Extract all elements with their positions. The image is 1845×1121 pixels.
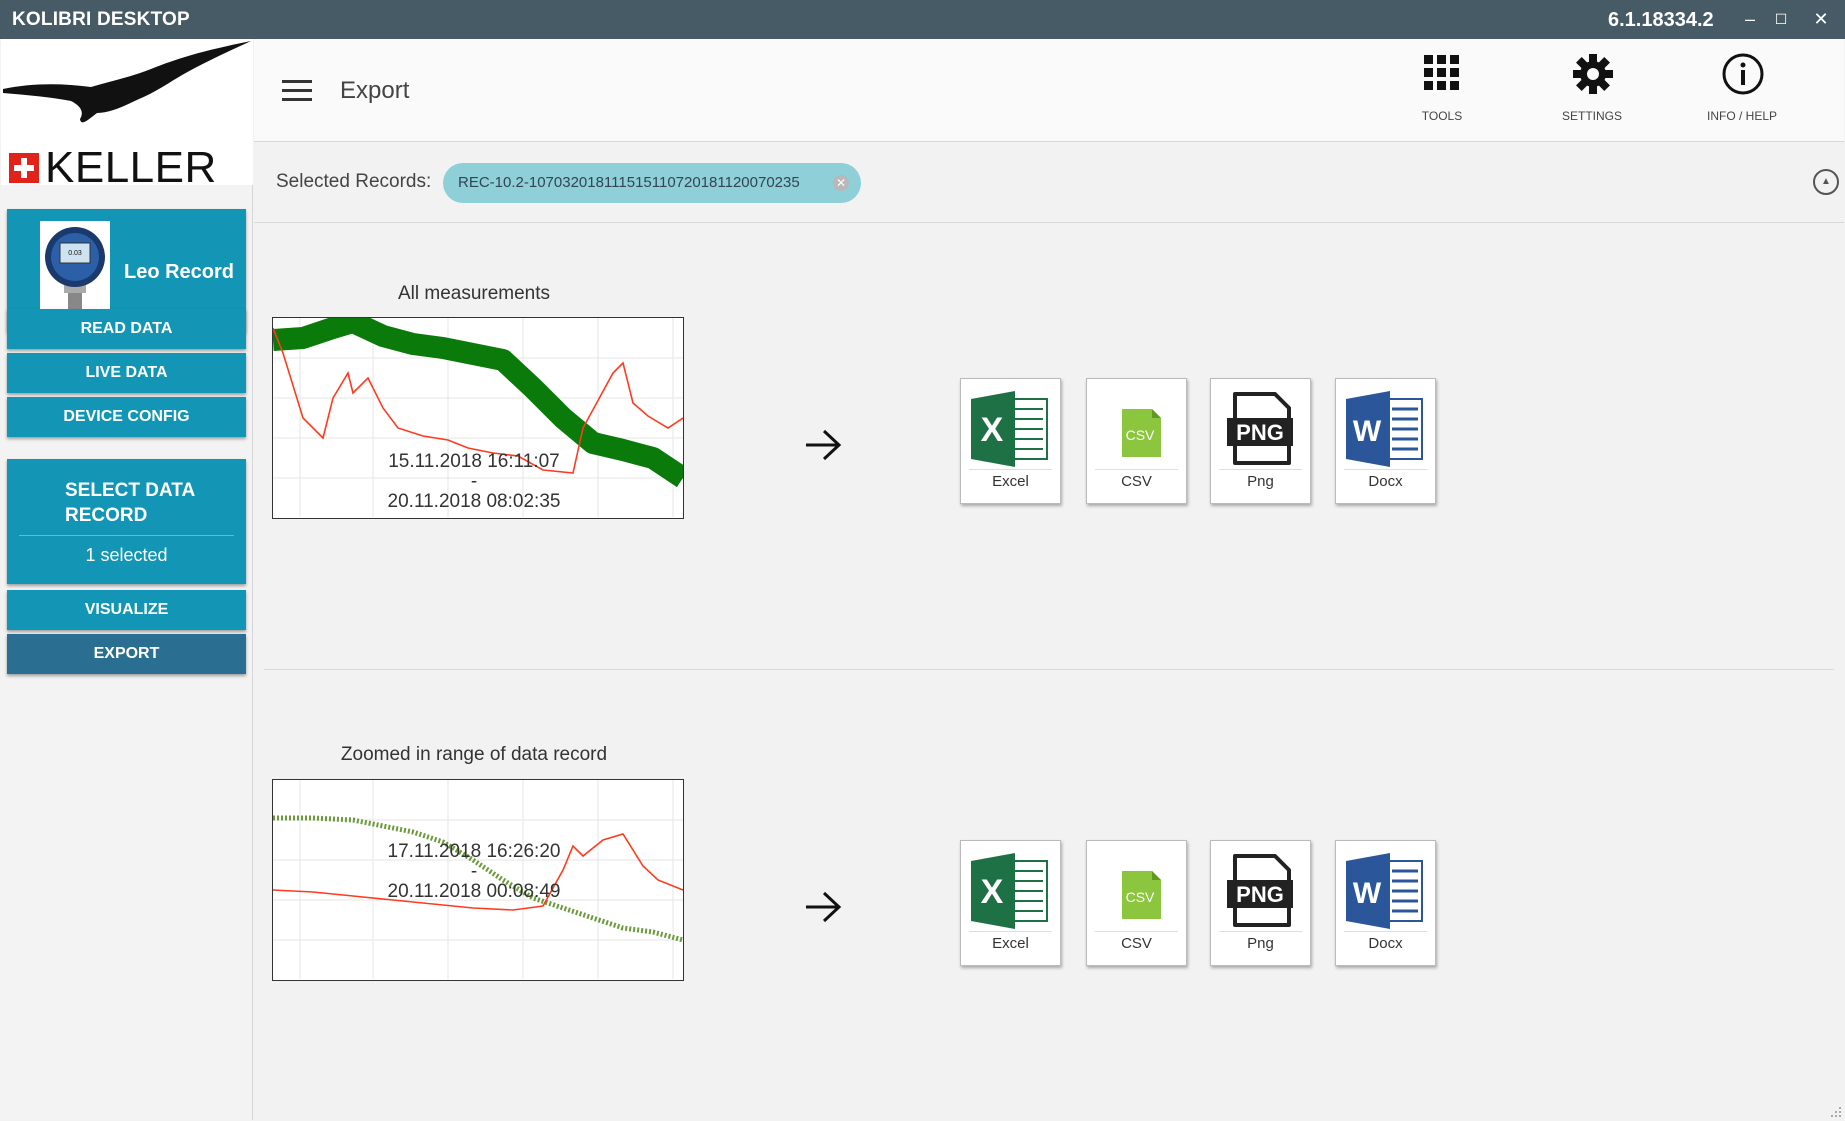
selected-count: 1 selected bbox=[85, 545, 168, 565]
collapse-icon[interactable]: ▲ bbox=[1813, 169, 1839, 195]
swiss-cross-icon bbox=[9, 153, 39, 183]
word-icon: W bbox=[1346, 853, 1423, 929]
svg-text:X: X bbox=[981, 411, 1004, 449]
svg-text:CSV: CSV bbox=[1126, 427, 1155, 443]
export-docx-label: Docx bbox=[1368, 473, 1403, 490]
export-docx-button[interactable]: W Docx bbox=[1335, 378, 1436, 504]
divider bbox=[1095, 931, 1178, 932]
grid-icon bbox=[1424, 55, 1459, 90]
export-excel-label: Excel bbox=[992, 935, 1029, 952]
page-title: Export bbox=[340, 77, 410, 104]
export-excel-button[interactable]: X Excel bbox=[960, 840, 1061, 966]
export-csv-button[interactable]: CSV CSV bbox=[1086, 840, 1187, 966]
visualize-button[interactable]: VISUALIZE bbox=[7, 590, 246, 630]
tools-button[interactable]: TOOLS bbox=[1387, 51, 1497, 131]
resize-grip-icon[interactable] bbox=[1830, 1106, 1842, 1118]
svg-text:CSV: CSV bbox=[1126, 889, 1155, 905]
date-range-end: 20.11.2018 00:08:49 bbox=[387, 881, 561, 902]
settings-label: SETTINGS bbox=[1561, 109, 1622, 123]
excel-icon: X bbox=[971, 853, 1048, 929]
gear-icon bbox=[1573, 54, 1613, 94]
svg-text:X: X bbox=[981, 873, 1004, 911]
divider bbox=[969, 931, 1052, 932]
svg-text:W: W bbox=[1353, 415, 1382, 448]
minimize-button[interactable]: – bbox=[1737, 6, 1763, 32]
export-docx-label: Docx bbox=[1368, 935, 1403, 952]
remove-record-icon[interactable]: ✕ bbox=[833, 175, 849, 191]
device-image: 0.03 bbox=[40, 221, 110, 320]
logo-area: KELLER bbox=[1, 39, 253, 192]
export-png-button[interactable]: PNG Png bbox=[1210, 840, 1311, 966]
export-section-all: All measurements 15.11.2018 16:11:07 - 2… bbox=[264, 225, 1834, 670]
tools-label: TOOLS bbox=[1421, 109, 1463, 123]
divider bbox=[969, 469, 1052, 470]
select-data-record-card[interactable]: SELECT DATA RECORD 1 selected bbox=[7, 459, 246, 584]
info-help-label: INFO / HELP bbox=[1706, 109, 1777, 123]
app-title: KOLIBRI DESKTOP bbox=[12, 9, 190, 30]
device-name: Leo Record bbox=[124, 261, 235, 283]
title-bar: KOLIBRI DESKTOP 6.1.18334.2 – ☐ ✕ bbox=[0, 0, 1845, 39]
word-icon: W bbox=[1346, 391, 1423, 467]
export-png-label: Png bbox=[1247, 935, 1274, 952]
svg-text:W: W bbox=[1353, 877, 1382, 910]
device-config-button[interactable]: DEVICE CONFIG bbox=[7, 397, 246, 437]
divider bbox=[1219, 931, 1302, 932]
divider bbox=[1219, 469, 1302, 470]
divider bbox=[1344, 931, 1427, 932]
arrow-right-icon bbox=[806, 891, 842, 923]
export-docx-button[interactable]: W Docx bbox=[1335, 840, 1436, 966]
csv-icon: CSV bbox=[1122, 409, 1161, 457]
header: Export TOOLS SETTINGS INFO / HELP bbox=[254, 39, 1844, 142]
export-excel-label: Excel bbox=[992, 473, 1029, 490]
export-csv-button[interactable]: CSV CSV bbox=[1086, 378, 1187, 504]
export-csv-label: CSV bbox=[1121, 935, 1152, 952]
svg-text:0.03: 0.03 bbox=[68, 250, 82, 257]
arrow-right-icon bbox=[806, 429, 842, 461]
record-chip[interactable]: REC-10.2-1070320181115151107201811200702… bbox=[443, 163, 861, 203]
png-icon: PNG bbox=[1227, 854, 1293, 927]
svg-text:PNG: PNG bbox=[1236, 882, 1284, 907]
export-png-button[interactable]: PNG Png bbox=[1210, 378, 1311, 504]
chart-title: All measurements bbox=[397, 283, 551, 304]
png-icon: PNG bbox=[1227, 392, 1293, 465]
menu-icon[interactable] bbox=[282, 80, 312, 102]
sidebar: KELLER 0.03 Leo Record READ DATA LIVE DA… bbox=[1, 39, 253, 1120]
kolibri-bird-logo bbox=[3, 41, 251, 123]
maximize-button[interactable]: ☐ bbox=[1768, 6, 1794, 32]
read-data-button[interactable]: READ DATA bbox=[7, 309, 246, 349]
export-png-label: Png bbox=[1247, 473, 1274, 490]
export-excel-button[interactable]: X Excel bbox=[960, 378, 1061, 504]
divider bbox=[19, 535, 234, 536]
export-button[interactable]: EXPORT bbox=[7, 634, 246, 674]
info-icon bbox=[1722, 53, 1764, 95]
info-help-button[interactable]: INFO / HELP bbox=[1687, 51, 1797, 131]
export-section-zoomed: Zoomed in range of data record 17.11.201… bbox=[264, 671, 1834, 1111]
chart-title: Zoomed in range of data record bbox=[340, 744, 608, 765]
version-label: 6.1.18334.2 bbox=[1608, 9, 1714, 31]
settings-button[interactable]: SETTINGS bbox=[1537, 51, 1647, 131]
divider bbox=[1095, 469, 1178, 470]
excel-icon: X bbox=[971, 391, 1048, 467]
close-button[interactable]: ✕ bbox=[1808, 6, 1834, 32]
live-data-button[interactable]: LIVE DATA bbox=[7, 353, 246, 393]
select-record-title: SELECT DATA RECORD bbox=[65, 480, 195, 526]
csv-icon: CSV bbox=[1122, 871, 1161, 919]
export-csv-label: CSV bbox=[1121, 473, 1152, 490]
record-chip-label: REC-10.2-1070320181115151107201811200702… bbox=[458, 174, 800, 191]
selected-records-bar: Selected Records: REC-10.2-1070320181115… bbox=[254, 143, 1844, 223]
selected-records-label: Selected Records: bbox=[276, 171, 432, 192]
date-range-end: 20.11.2018 08:02:35 bbox=[387, 491, 561, 512]
svg-text:PNG: PNG bbox=[1236, 420, 1284, 445]
divider bbox=[1344, 469, 1427, 470]
brand-name: KELLER bbox=[45, 143, 217, 192]
